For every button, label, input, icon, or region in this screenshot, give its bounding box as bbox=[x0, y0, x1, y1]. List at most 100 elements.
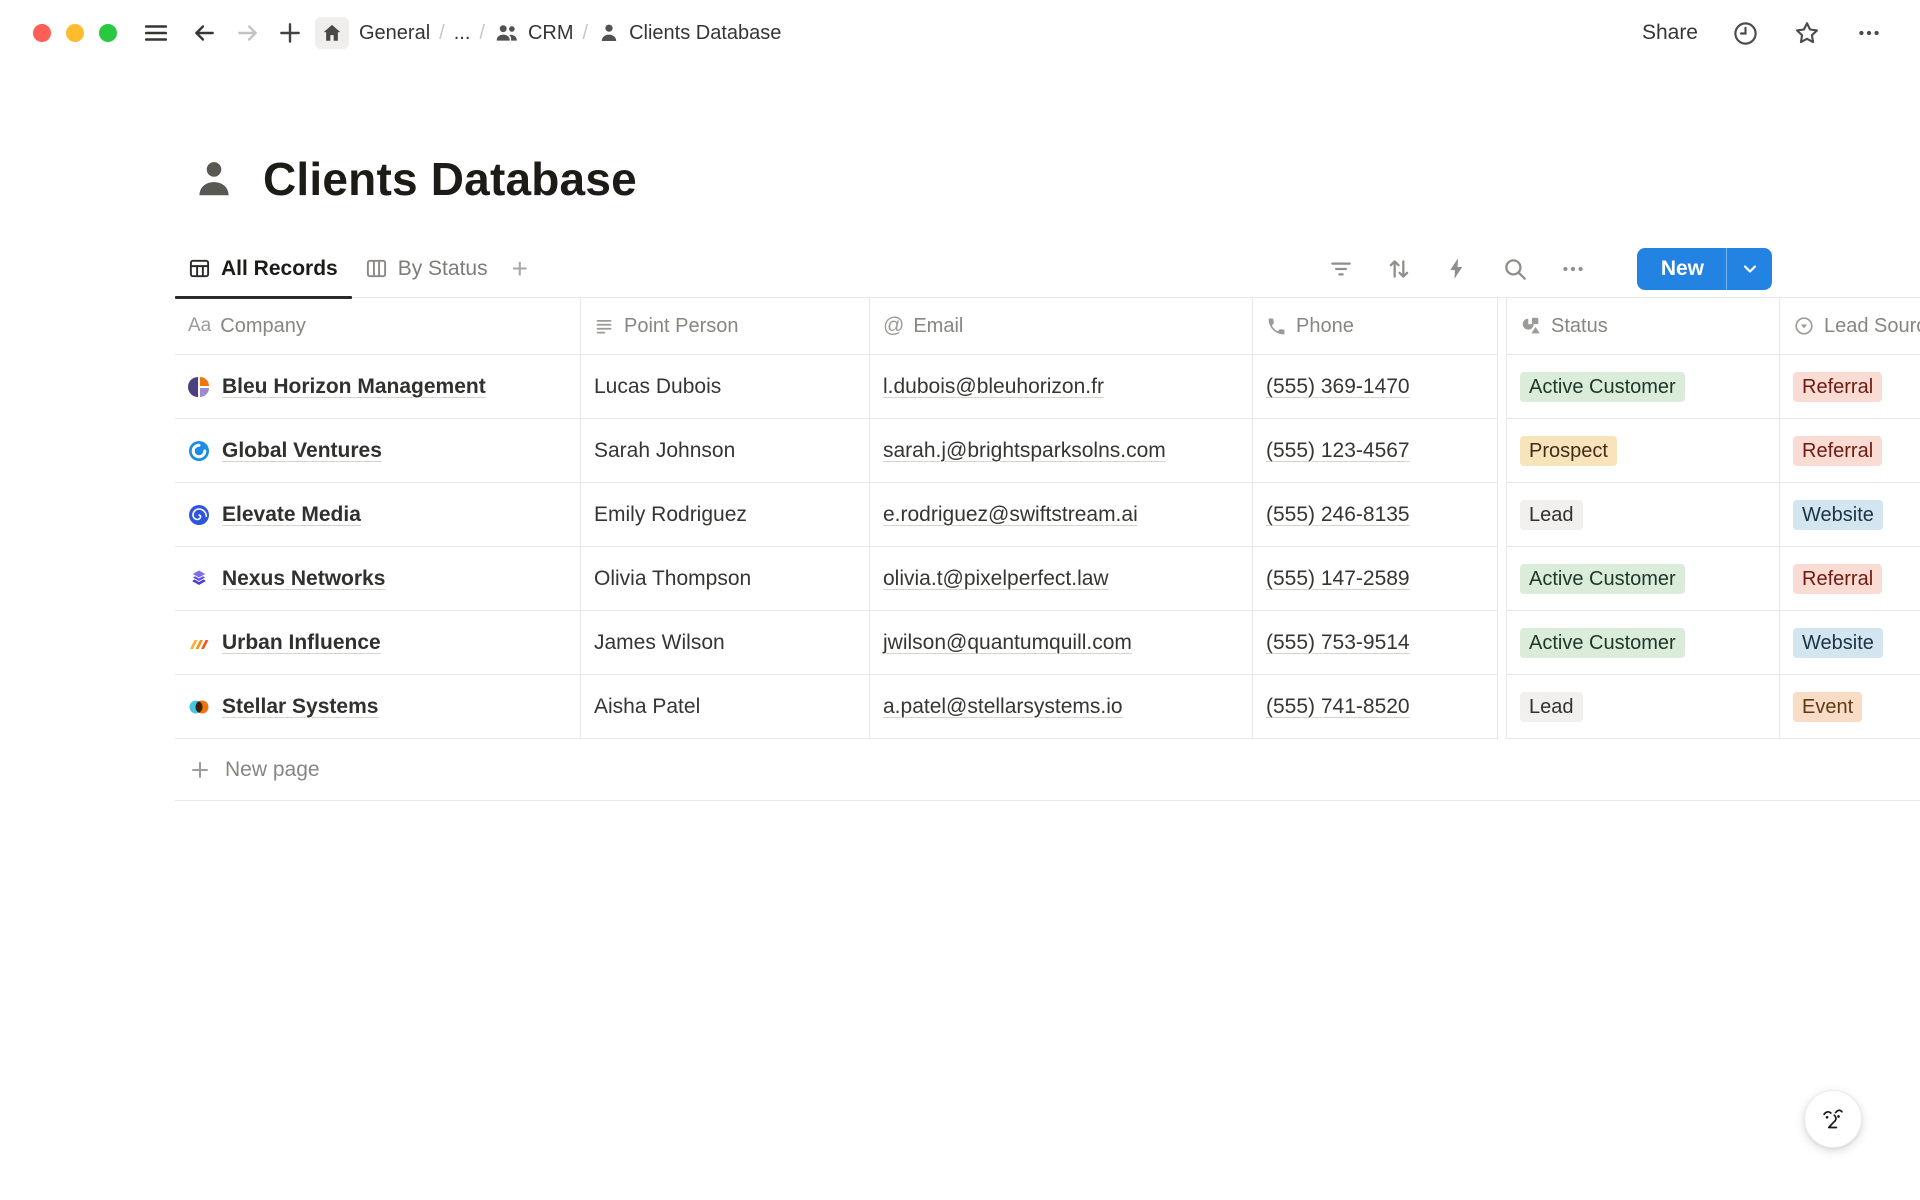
phone-link[interactable]: (555) 246-8135 bbox=[1266, 503, 1410, 527]
page-icon-person[interactable] bbox=[191, 156, 237, 202]
updates-clock-icon[interactable] bbox=[1730, 18, 1760, 48]
status-cell[interactable]: Lead bbox=[1506, 483, 1780, 547]
company-cell[interactable]: Urban Influence bbox=[175, 611, 581, 675]
company-cell[interactable]: Bleu Horizon Management bbox=[175, 355, 581, 419]
table-row[interactable]: Bleu Horizon Management Lucas Dubois l.d… bbox=[175, 355, 1920, 419]
new-tab-plus-icon[interactable] bbox=[275, 18, 305, 48]
breadcrumb-item-crm[interactable]: CRM bbox=[494, 20, 574, 46]
table-row[interactable]: Urban Influence James Wilson jwilson@qua… bbox=[175, 611, 1920, 675]
back-arrow-icon[interactable] bbox=[189, 18, 219, 48]
new-page-row[interactable]: New page bbox=[175, 739, 1920, 801]
email-cell[interactable]: sarah.j@brightsparksolns.com bbox=[870, 419, 1253, 483]
email-cell[interactable]: a.patel@stellarsystems.io bbox=[870, 675, 1253, 739]
more-options-icon[interactable] bbox=[1854, 18, 1884, 48]
phone-cell[interactable]: (555) 369-1470 bbox=[1253, 355, 1498, 419]
new-record-button[interactable]: New bbox=[1637, 248, 1772, 290]
table-row[interactable]: Elevate Media Emily Rodriguez e.rodrigue… bbox=[175, 483, 1920, 547]
favorite-star-icon[interactable] bbox=[1792, 18, 1822, 48]
company-name-link[interactable]: Urban Influence bbox=[222, 631, 381, 655]
lead-source-cell[interactable]: Referral bbox=[1780, 419, 1920, 483]
column-header-lead-source[interactable]: Lead Source bbox=[1780, 298, 1920, 355]
tab-all-records[interactable]: All Records bbox=[175, 240, 352, 297]
lead-source-cell[interactable]: Website bbox=[1780, 611, 1920, 675]
email-link[interactable]: a.patel@stellarsystems.io bbox=[883, 695, 1123, 719]
point-person-cell[interactable]: Aisha Patel bbox=[581, 675, 870, 739]
chevron-down-icon[interactable] bbox=[1727, 248, 1772, 290]
text-lines-icon bbox=[594, 316, 615, 337]
point-person-value: Lucas Dubois bbox=[594, 375, 721, 399]
breadcrumb-item-ellipsis[interactable]: ... bbox=[454, 22, 471, 45]
sort-icon[interactable] bbox=[1385, 255, 1413, 283]
close-window-button[interactable] bbox=[33, 24, 51, 42]
email-cell[interactable]: l.dubois@bleuhorizon.fr bbox=[870, 355, 1253, 419]
sidebar-menu-icon[interactable] bbox=[141, 18, 171, 48]
point-person-cell[interactable]: Sarah Johnson bbox=[581, 419, 870, 483]
column-gap bbox=[1498, 675, 1506, 739]
home-icon[interactable] bbox=[315, 17, 349, 49]
view-more-icon[interactable] bbox=[1559, 255, 1587, 283]
table-row[interactable]: Stellar Systems Aisha Patel a.patel@stel… bbox=[175, 675, 1920, 739]
status-cell[interactable]: Active Customer bbox=[1506, 355, 1780, 419]
company-name-link[interactable]: Nexus Networks bbox=[222, 567, 385, 591]
point-person-cell[interactable]: Olivia Thompson bbox=[581, 547, 870, 611]
phone-link[interactable]: (555) 741-8520 bbox=[1266, 695, 1410, 719]
phone-link[interactable]: (555) 123-4567 bbox=[1266, 439, 1410, 463]
breadcrumb-item-clients-database[interactable]: Clients Database bbox=[597, 21, 781, 45]
phone-cell[interactable]: (555) 741-8520 bbox=[1253, 675, 1498, 739]
lead-source-cell[interactable]: Referral bbox=[1780, 547, 1920, 611]
point-person-cell[interactable]: Emily Rodriguez bbox=[581, 483, 870, 547]
table-row[interactable]: Global Ventures Sarah Johnson sarah.j@br… bbox=[175, 419, 1920, 483]
table-row[interactable]: Nexus Networks Olivia Thompson olivia.t@… bbox=[175, 547, 1920, 611]
minimize-window-button[interactable] bbox=[66, 24, 84, 42]
company-cell[interactable]: Stellar Systems bbox=[175, 675, 581, 739]
lead-source-cell[interactable]: Event bbox=[1780, 675, 1920, 739]
email-link[interactable]: jwilson@quantumquill.com bbox=[883, 631, 1132, 655]
add-view-button[interactable]: + bbox=[502, 253, 538, 285]
share-button[interactable]: Share bbox=[1642, 21, 1698, 45]
column-header-status[interactable]: Status bbox=[1506, 298, 1780, 355]
company-cell[interactable]: Global Ventures bbox=[175, 419, 581, 483]
phone-cell[interactable]: (555) 123-4567 bbox=[1253, 419, 1498, 483]
lead-source-cell[interactable]: Referral bbox=[1780, 355, 1920, 419]
email-cell[interactable]: e.rodriguez@swiftstream.ai bbox=[870, 483, 1253, 547]
column-header-email[interactable]: @ Email bbox=[870, 298, 1253, 355]
breadcrumb-label: ... bbox=[454, 22, 471, 45]
breadcrumb-item-general[interactable]: General bbox=[359, 22, 430, 45]
status-cell[interactable]: Active Customer bbox=[1506, 547, 1780, 611]
email-link[interactable]: olivia.t@pixelperfect.law bbox=[883, 567, 1109, 591]
lightning-icon[interactable] bbox=[1443, 255, 1471, 283]
phone-cell[interactable]: (555) 147-2589 bbox=[1253, 547, 1498, 611]
search-icon[interactable] bbox=[1501, 255, 1529, 283]
phone-link[interactable]: (555) 147-2589 bbox=[1266, 567, 1410, 591]
lead-source-cell[interactable]: Website bbox=[1780, 483, 1920, 547]
zoom-window-button[interactable] bbox=[99, 24, 117, 42]
email-link[interactable]: e.rodriguez@swiftstream.ai bbox=[883, 503, 1138, 527]
status-cell[interactable]: Active Customer bbox=[1506, 611, 1780, 675]
email-cell[interactable]: jwilson@quantumquill.com bbox=[870, 611, 1253, 675]
company-name-link[interactable]: Stellar Systems bbox=[222, 695, 378, 719]
phone-cell[interactable]: (555) 753-9514 bbox=[1253, 611, 1498, 675]
email-link[interactable]: sarah.j@brightsparksolns.com bbox=[883, 439, 1166, 463]
company-cell[interactable]: Elevate Media bbox=[175, 483, 581, 547]
company-cell[interactable]: Nexus Networks bbox=[175, 547, 581, 611]
status-cell[interactable]: Prospect bbox=[1506, 419, 1780, 483]
phone-cell[interactable]: (555) 246-8135 bbox=[1253, 483, 1498, 547]
status-cell[interactable]: Lead bbox=[1506, 675, 1780, 739]
company-name-link[interactable]: Elevate Media bbox=[222, 503, 361, 527]
filter-icon[interactable] bbox=[1327, 255, 1355, 283]
point-person-cell[interactable]: James Wilson bbox=[581, 611, 870, 675]
company-name-link[interactable]: Global Ventures bbox=[222, 439, 382, 463]
column-header-point-person[interactable]: Point Person bbox=[581, 298, 870, 355]
tab-by-status[interactable]: By Status bbox=[352, 240, 502, 297]
forward-arrow-icon[interactable] bbox=[233, 18, 263, 48]
phone-link[interactable]: (555) 369-1470 bbox=[1266, 375, 1410, 399]
company-logo-spiral-icon bbox=[188, 504, 210, 526]
email-link[interactable]: l.dubois@bleuhorizon.fr bbox=[883, 375, 1104, 399]
column-header-company[interactable]: Aa Company bbox=[175, 298, 581, 355]
company-name-link[interactable]: Bleu Horizon Management bbox=[222, 375, 486, 399]
point-person-cell[interactable]: Lucas Dubois bbox=[581, 355, 870, 419]
column-header-phone[interactable]: Phone bbox=[1253, 298, 1498, 355]
email-cell[interactable]: olivia.t@pixelperfect.law bbox=[870, 547, 1253, 611]
notion-ai-face-button[interactable] bbox=[1804, 1090, 1862, 1148]
phone-link[interactable]: (555) 753-9514 bbox=[1266, 631, 1410, 655]
